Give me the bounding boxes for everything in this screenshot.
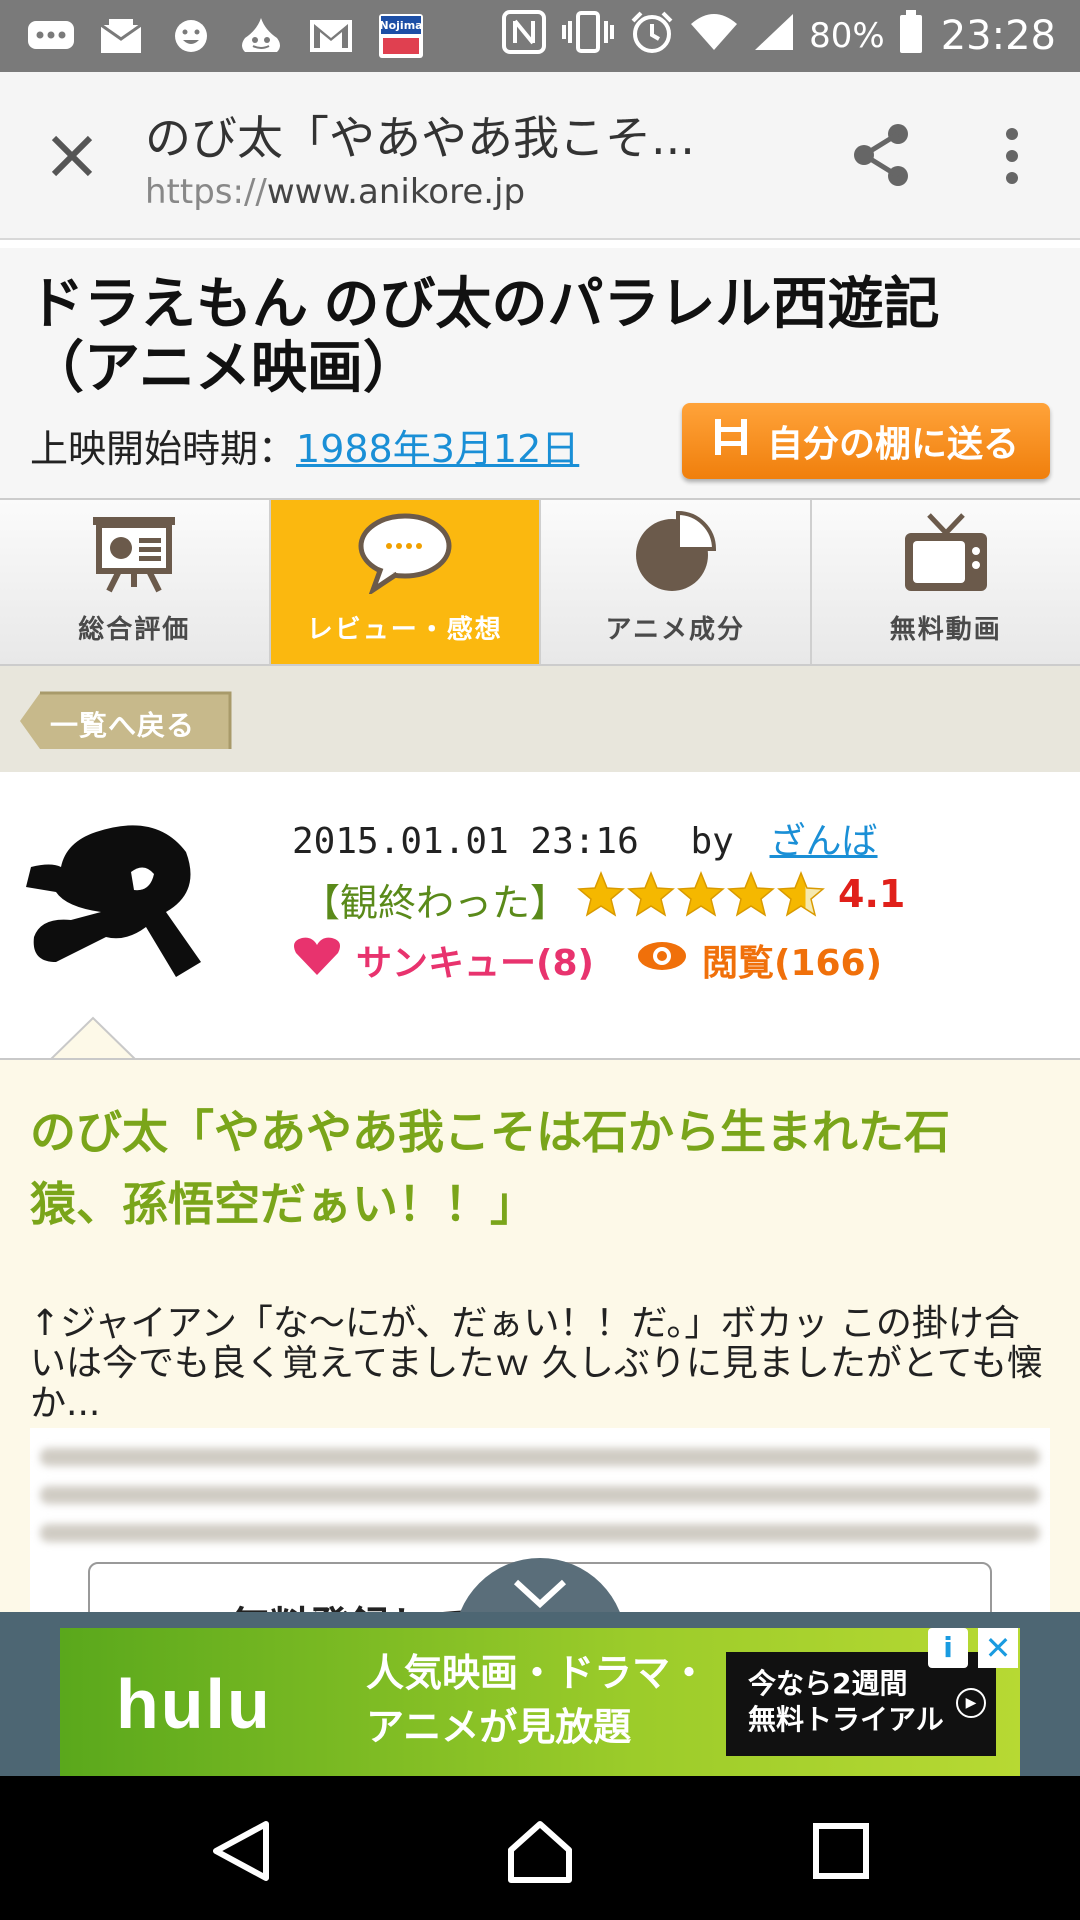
battery-icon (899, 9, 923, 63)
vibrate-icon (561, 9, 615, 64)
blurred-line (40, 1448, 1040, 1466)
emoji-icon (166, 17, 216, 55)
navigation-bar (0, 1776, 1080, 1920)
home-icon[interactable] (505, 1816, 575, 1886)
ad-copy-line1: 人気映画・ドラマ・ (366, 1651, 709, 1695)
views-count: 閲覧(166) (636, 934, 882, 986)
thanks-label: サンキュー(8) (356, 943, 594, 984)
anime-title: ドラえもん のび太のパラレル西遊記（アニメ映画） (28, 272, 940, 399)
review-date: 2015.01.01 23:16 by ざんば (292, 812, 878, 864)
close-icon[interactable] (44, 128, 100, 184)
hulu-logo: hulu (116, 1665, 272, 1743)
avatar[interactable] (26, 812, 206, 992)
tab-label: 総合評価 (78, 615, 191, 645)
url-display: https://www.anikore.jp (145, 172, 525, 212)
review-meta: 2015.01.01 23:16 by ざんば 【観終わった】 4.1 サンキュ… (0, 772, 1080, 1064)
ad-area: hulu 人気映画・ドラマ・ アニメが見放題 今なら2週間 無料トライアル ▶ … (0, 1612, 1080, 1776)
blurred-line (40, 1486, 1040, 1504)
back-nav-icon[interactable] (206, 1816, 276, 1886)
shelf-icon (713, 417, 749, 466)
nojima-icon: Nojima (376, 14, 426, 58)
anime-header: ドラえもん のび太のパラレル西遊記（アニメ映画） 上映開始時期：1988年3月1… (0, 248, 1080, 498)
heart-icon (292, 935, 342, 986)
tab-overall-rating[interactable]: 総合評価 (0, 500, 271, 664)
tab-anime-elements[interactable]: アニメ成分 (541, 500, 812, 664)
tab-label: レビュー・感想 (306, 615, 503, 645)
expand-button[interactable] (454, 1558, 626, 1612)
back-to-list-button[interactable]: 一覧へ戻る (20, 690, 236, 752)
back-to-list-label: 一覧へ戻る (50, 709, 196, 742)
register-cta-label: 無料登録して (230, 1594, 469, 1612)
hulu-ad-banner[interactable]: hulu 人気映画・ドラマ・ アニメが見放題 今なら2週間 無料トライアル ▶ … (60, 1628, 1020, 1776)
speech-bubble-icon (357, 511, 453, 595)
tab-free-videos[interactable]: 無料動画 (811, 500, 1080, 664)
ad-info-icon[interactable]: i (928, 1628, 968, 1668)
views-label: 閲覧(166) (702, 943, 883, 984)
ad-copy: 人気映画・ドラマ・ アニメが見放題 (366, 1646, 708, 1754)
thanks-button[interactable]: サンキュー(8) (292, 934, 594, 986)
battery-percent: 80% (809, 16, 885, 56)
tab-reviews[interactable]: レビュー・感想 (270, 500, 541, 664)
send-to-shelf-label: 自分の棚に送る (766, 424, 1019, 465)
presentation-icon (86, 511, 182, 595)
review-body: のび太「やあやあ我こそは石から生まれた石猿、孫悟空だぁい！！」 ↑ジャイアン「な… (0, 1060, 1080, 1612)
system-status: 80% 23:28 (501, 9, 1080, 64)
signal-icon (753, 12, 795, 61)
section-tabs: 総合評価 レビュー・感想 アニメ成分 無料動画 (0, 498, 1080, 666)
mail-icon (96, 17, 146, 55)
back-bar: 一覧へ戻る (0, 666, 1080, 772)
stars-icon (577, 870, 825, 917)
gmail-icon (306, 17, 356, 55)
notification-icons: Nojima (0, 14, 426, 58)
ad-copy-line2: アニメが見放題 (366, 1705, 632, 1749)
url-host: www.anikore.jp (266, 172, 526, 212)
play-icon: ▶ (956, 1688, 986, 1718)
slime-icon (236, 17, 286, 55)
eye-icon (636, 939, 688, 982)
review-headline: のび太「やあやあ我こそは石から生まれた石猿、孫悟空だぁい！！」 (30, 1105, 950, 1231)
clock: 23:28 (940, 13, 1056, 59)
ad-close-icon[interactable]: ✕ (978, 1628, 1018, 1668)
url-scheme: https:// (145, 172, 267, 212)
recents-icon[interactable] (806, 1816, 876, 1886)
share-icon[interactable] (850, 122, 912, 188)
by-label: by (690, 821, 734, 862)
overflow-menu-icon[interactable] (994, 126, 1030, 186)
tv-icon (898, 511, 994, 595)
chevron-down-icon (513, 1579, 567, 1609)
release-label: 上映開始時期： (30, 427, 297, 471)
browser-toolbar: のび太「やあやあ我こそ... https://www.anikore.jp (0, 72, 1080, 240)
author-link[interactable]: ざんば (770, 821, 878, 862)
watch-status: 【観終わった】 (302, 881, 569, 925)
nojima-label: Nojima (379, 19, 422, 32)
wifi-icon (689, 12, 739, 61)
tab-label: 無料動画 (889, 615, 1002, 645)
status-bar: Nojima 80% 23:28 (0, 0, 1080, 72)
nfc-icon (501, 9, 547, 64)
release-date-link[interactable]: 1988年3月12日 (296, 427, 579, 471)
review-datetime: 2015.01.01 23:16 (292, 821, 639, 862)
chat-icon (26, 17, 76, 55)
rating-value: 4.1 (838, 872, 906, 916)
release-info: 上映開始時期：1988年3月12日 (30, 418, 579, 473)
alarm-icon (629, 9, 675, 64)
blurred-line (40, 1524, 1040, 1542)
pie-chart-icon (627, 511, 723, 595)
send-to-shelf-button[interactable]: 自分の棚に送る (682, 403, 1050, 479)
review-excerpt: ↑ジャイアン「な〜にが、だぁい！！だ。」ボカッ この掛け合いは今でも良く覚えてま… (30, 1303, 1043, 1424)
page-title-bar: のび太「やあやあ我こそ... (145, 111, 695, 165)
star-rating (576, 870, 828, 922)
tab-label: アニメ成分 (605, 615, 745, 645)
